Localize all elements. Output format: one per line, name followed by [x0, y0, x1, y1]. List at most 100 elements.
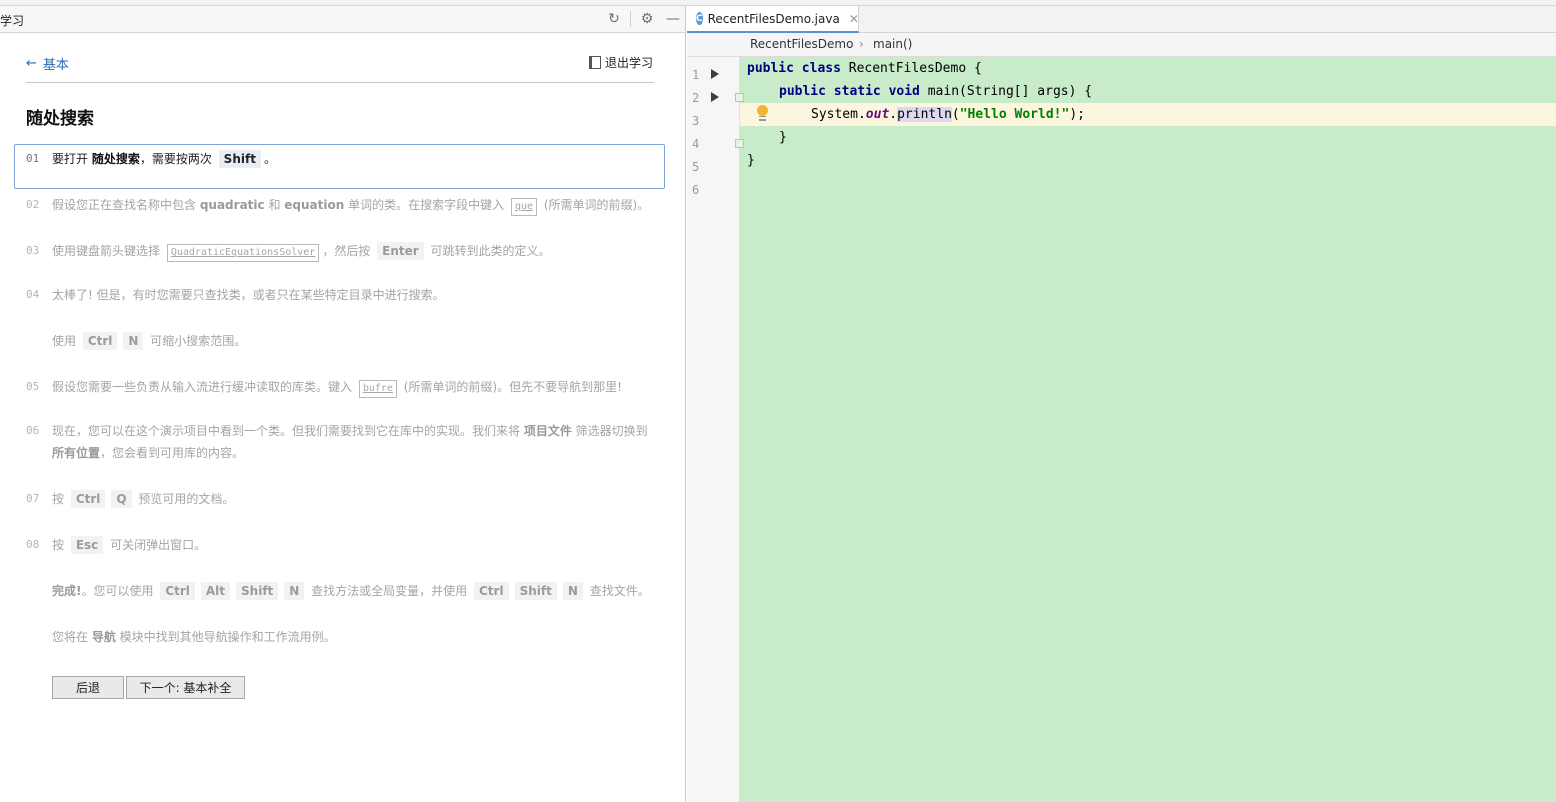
- gear-icon[interactable]: ⚙: [637, 9, 657, 29]
- line-number: 6: [692, 183, 700, 197]
- text-bold: 完成!: [52, 584, 82, 598]
- text: 可缩小搜索范围。: [146, 334, 247, 348]
- exit-label: 退出学习: [604, 56, 653, 70]
- text-bold: 项目文件: [523, 424, 572, 438]
- exit-learning-button[interactable]: 退出学习: [588, 54, 653, 71]
- minimize-icon[interactable]: —: [663, 9, 683, 29]
- text: 您将在: [52, 630, 92, 644]
- step-text: 假设您需要一些负责从输入流进行缓冲读取的库类。键入 bufre (所需单词的前缀…: [52, 376, 652, 398]
- tab-label: RecentFilesDemo.java: [707, 11, 840, 26]
- code-line-1[interactable]: public class RecentFilesDemo {: [747, 61, 982, 76]
- text: 预览可用的文档。: [134, 492, 235, 506]
- text: 要打开: [52, 152, 92, 166]
- divider: [26, 82, 654, 83]
- fold-icon[interactable]: [735, 139, 744, 148]
- step-text: 按 Ctrl Q 预览可用的文档。: [52, 488, 652, 510]
- back-link[interactable]: ← 基本: [26, 54, 69, 73]
- step-text: 假设您正在查找名称中包含 quadratic 和 equation 单词的类。在…: [52, 194, 652, 216]
- text: ，然后按: [322, 244, 375, 258]
- exit-icon: [588, 56, 601, 69]
- lightbulb-base: [759, 116, 766, 121]
- text-bold: 所有位置: [52, 446, 101, 460]
- step-number: 01: [26, 152, 40, 165]
- shortcut-key: Esc: [70, 536, 104, 554]
- text: 查找方法或全局变量，并使用: [307, 584, 471, 598]
- text-bold: quadratic: [199, 198, 265, 212]
- code-line-2[interactable]: public static void main(String[] args) {: [779, 84, 1092, 99]
- header-separator: [630, 11, 631, 27]
- text: 现在，您可以在这个演示项目中看到一个类。但我们需要找到它在库中的实现。我们来将: [52, 424, 524, 438]
- close-icon[interactable]: ✕: [849, 12, 859, 26]
- text-bold: equation: [284, 198, 345, 212]
- shortcut-key: Ctrl: [160, 582, 195, 600]
- tab-recentfilesdemo[interactable]: C RecentFilesDemo.java ✕: [687, 6, 859, 33]
- text: 使用键盘箭头键选择: [52, 244, 164, 258]
- arrow-left-icon: ←: [26, 56, 37, 71]
- text: 筛选器切换到: [571, 424, 648, 438]
- next-lesson-button[interactable]: 下一个: 基本补全: [126, 676, 245, 699]
- code-text: main(String[] args) {: [919, 84, 1093, 99]
- step-number: 05: [26, 380, 40, 393]
- code-line-4[interactable]: }: [779, 130, 787, 145]
- restart-icon[interactable]: ↻: [604, 9, 624, 29]
- lightbulb-icon[interactable]: [757, 105, 768, 116]
- step-text: 太棒了! 但是，有时您需要只查找类，或者只在某些特定目录中进行搜索。: [52, 288, 445, 302]
- breadcrumb-class[interactable]: RecentFilesDemo: [750, 37, 853, 51]
- step-text: 您将在 导航 模块中找到其他导航操作和工作流用例。: [52, 626, 652, 648]
- step-number: 03: [26, 244, 40, 257]
- back-button[interactable]: 后退: [52, 676, 124, 699]
- code-text: .: [889, 107, 898, 122]
- text: 。: [263, 152, 276, 166]
- code-line-5[interactable]: }: [747, 153, 755, 168]
- text: 可跳转到此类的定义。: [426, 244, 551, 258]
- breadcrumb-separator: ›: [859, 37, 864, 51]
- step-text: 完成!。您可以使用 Ctrl Alt Shift N 查找方法或全局变量，并使用 Ct…: [52, 580, 652, 602]
- shortcut-key: Shift: [218, 150, 261, 168]
- static-field: out: [865, 107, 890, 122]
- fold-icon[interactable]: [735, 93, 744, 102]
- line-number: 4: [692, 137, 700, 151]
- line-number: 3: [692, 114, 700, 128]
- string-literal: "Hello World!": [959, 107, 1070, 122]
- code-snippet: QuadraticEquationsSolver: [166, 244, 320, 262]
- text: 单词的类。在搜索字段中键入: [344, 198, 508, 212]
- keyword: public class: [747, 61, 841, 76]
- shortcut-key: Shift: [236, 582, 279, 600]
- java-class-icon: C: [696, 12, 703, 25]
- learn-panel-header: 学习 ↻ ⚙ —: [0, 6, 685, 33]
- line-number: 2: [692, 91, 700, 105]
- shortcut-key: Q: [111, 490, 132, 508]
- shortcut-key: Ctrl: [82, 332, 118, 350]
- shortcut-key: N: [123, 332, 144, 350]
- text: 使用: [52, 334, 80, 348]
- step-text: 现在，您可以在这个演示项目中看到一个类。但我们需要找到它在库中的实现。我们来将 …: [52, 420, 652, 464]
- text: ，需要按两次: [139, 152, 216, 166]
- run-icon[interactable]: [711, 69, 719, 79]
- back-link-label: 基本: [42, 58, 69, 73]
- editor-tab-bar: C RecentFilesDemo.java ✕: [687, 6, 1556, 33]
- step-number: 06: [26, 424, 40, 437]
- text: 按: [52, 492, 68, 506]
- keyword: public static void: [779, 84, 920, 99]
- text: 。您可以使用: [81, 584, 158, 598]
- step-text: 使用 Ctrl N 可缩小搜索范围。: [52, 330, 652, 352]
- breadcrumb-method[interactable]: main(): [873, 37, 912, 51]
- learn-panel: 学习 ↻ ⚙ — ← 基本 退出学习 随处搜索 01 要打开 随处搜索，需要按两…: [0, 6, 686, 802]
- line-number: 5: [692, 160, 700, 174]
- code-line-3[interactable]: System.out.println("Hello World!");: [811, 107, 1085, 122]
- editor-area[interactable]: C RecentFilesDemo.java ✕ RecentFilesDemo…: [687, 6, 1556, 802]
- shortcut-key: N: [284, 582, 305, 600]
- text: (所需单词的前缀)。: [540, 198, 650, 212]
- shortcut-key: Enter: [377, 242, 424, 260]
- step-number: 02: [26, 198, 40, 211]
- text: 可关闭弹出窗口。: [106, 538, 207, 552]
- shortcut-key: Ctrl: [473, 582, 509, 600]
- step-number: 08: [26, 538, 40, 551]
- code-snippet: bufre: [358, 380, 397, 398]
- code-text: System.: [811, 107, 866, 122]
- code-text: );: [1069, 107, 1085, 122]
- run-icon[interactable]: [711, 92, 719, 102]
- code-snippet: que: [510, 198, 537, 216]
- navigation-link[interactable]: 导航: [92, 630, 116, 644]
- step-text: 要打开 随处搜索，需要按两次 Shift。: [52, 148, 652, 170]
